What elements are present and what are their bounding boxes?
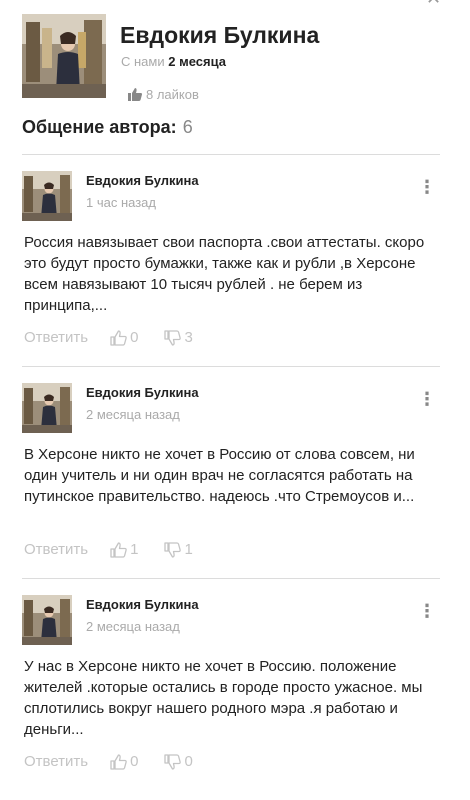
comment-actions: Ответить 0 0 — [24, 753, 219, 770]
comment-avatar[interactable] — [22, 595, 72, 645]
comment-actions: Ответить 0 3 — [24, 329, 219, 346]
more-options-icon[interactable]: ⋮ — [418, 176, 436, 198]
downvote-button[interactable]: 0 — [164, 753, 193, 770]
comment-time: 2 месяца назад — [86, 619, 180, 634]
downvote-count: 0 — [184, 753, 193, 770]
upvote-count: 1 — [130, 541, 139, 558]
comment-author[interactable]: Евдокия Булкина — [86, 173, 199, 188]
upvote-button[interactable]: 1 — [110, 541, 138, 558]
member-since-label: С нами — [121, 54, 165, 69]
comment-avatar[interactable] — [22, 383, 72, 433]
author-comments-heading: Общение автора: 6 — [22, 117, 193, 138]
comment-item: Евдокия Булкина 2 месяца назад ⋮ У нас в… — [22, 578, 442, 788]
downvote-count: 1 — [184, 541, 193, 558]
comment-item: Евдокия Булкина 1 час назад ⋮ Россия нав… — [22, 154, 442, 364]
upvote-count: 0 — [130, 329, 139, 346]
member-since-value: 2 месяца — [168, 54, 226, 69]
likes-label: 8 лайков — [146, 87, 199, 102]
reply-button[interactable]: Ответить — [24, 541, 88, 558]
likes-count: 8 лайков — [128, 87, 199, 102]
thumbs-up-outline-icon — [110, 329, 127, 346]
comment-text[interactable]: У нас в Херсоне никто не хочет в Россию.… — [24, 656, 429, 740]
comment-actions: Ответить 1 1 — [24, 541, 219, 558]
thumbs-up-outline-icon — [110, 753, 127, 770]
section-title: Общение автора: — [22, 117, 177, 137]
comment-text[interactable]: В Херсоне никто не хочет в Россию от сло… — [24, 444, 429, 507]
author-avatar — [22, 14, 106, 98]
thumbs-down-outline-icon — [164, 329, 182, 346]
downvote-button[interactable]: 3 — [164, 329, 193, 346]
comment-author[interactable]: Евдокия Булкина — [86, 385, 199, 400]
comment-text[interactable]: Россия навязывает свои паспорта .свои ат… — [24, 232, 429, 316]
member-since: С нами 2 месяца — [121, 54, 226, 69]
thumbs-up-icon — [128, 88, 142, 101]
comment-time: 1 час назад — [86, 195, 156, 210]
comment-time: 2 месяца назад — [86, 407, 180, 422]
upvote-button[interactable]: 0 — [110, 753, 138, 770]
reply-button[interactable]: Ответить — [24, 329, 88, 346]
upvote-count: 0 — [130, 753, 139, 770]
comment-avatar[interactable] — [22, 171, 72, 221]
comments-count: 6 — [182, 117, 193, 137]
downvote-button[interactable]: 1 — [164, 541, 193, 558]
thumbs-down-outline-icon — [164, 753, 182, 770]
thumbs-up-outline-icon — [110, 541, 127, 558]
thumbs-down-outline-icon — [164, 541, 182, 558]
more-options-icon[interactable]: ⋮ — [418, 388, 436, 410]
comment-item: Евдокия Булкина 2 месяца назад ⋮ В Херсо… — [22, 366, 442, 576]
reply-button[interactable]: Ответить — [24, 753, 88, 770]
close-icon[interactable]: ✕ — [426, 0, 446, 8]
author-name: Евдокия Булкина — [120, 22, 320, 48]
more-options-icon[interactable]: ⋮ — [418, 600, 436, 622]
author-profile: Евдокия Булкина С нами 2 месяца 8 лайков — [22, 14, 452, 104]
upvote-button[interactable]: 0 — [110, 329, 138, 346]
comment-author[interactable]: Евдокия Булкина — [86, 597, 199, 612]
downvote-count: 3 — [184, 329, 193, 346]
